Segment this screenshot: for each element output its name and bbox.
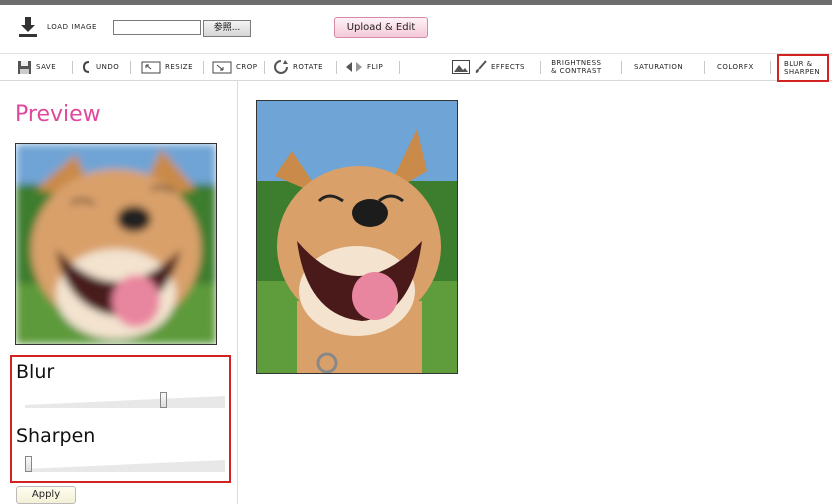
crop-label: CROP	[236, 63, 258, 71]
colorfx-button[interactable]: COLORFX	[717, 54, 754, 80]
toolbar-divider	[264, 61, 265, 74]
flip-button[interactable]: FLIP	[345, 54, 383, 80]
original-image	[256, 100, 458, 374]
browse-button[interactable]: 参照...	[203, 20, 251, 37]
crop-icon	[212, 61, 232, 73]
resize-button[interactable]: RESIZE	[141, 54, 193, 80]
sharpen-slider-track	[25, 460, 225, 472]
editor-toolbar: SAVE UNDO RESIZE CROP ROTATE FLIP EFFECT…	[0, 53, 832, 82]
contrast-label: & CONTRAST	[551, 67, 602, 75]
top-border	[0, 0, 832, 5]
flip-label: FLIP	[367, 63, 384, 71]
sharpen-label: Sharpen	[16, 425, 96, 447]
brush-icon	[475, 60, 487, 73]
rotate-icon	[274, 60, 288, 74]
sharpen-tab-label: SHARPEN	[784, 68, 821, 76]
toolbar-divider	[130, 61, 131, 74]
brightness-label: BRIGHTNESS	[551, 59, 602, 67]
toolbar-divider	[399, 61, 400, 74]
toolbar-divider	[203, 61, 204, 74]
toolbar-divider	[704, 61, 705, 74]
resize-icon	[141, 61, 161, 73]
blur-slider-track	[25, 396, 225, 408]
effects-label: EFFECTS	[491, 63, 526, 71]
rotate-button[interactable]: ROTATE	[273, 54, 323, 80]
toolbar-divider	[770, 61, 771, 74]
sharpen-slider[interactable]	[25, 456, 225, 472]
image-icon	[452, 60, 470, 74]
save-icon	[18, 60, 31, 74]
toolbar-divider	[621, 61, 622, 74]
toolbar-divider	[336, 61, 337, 74]
apply-button[interactable]: Apply	[16, 486, 76, 504]
blur-sharpen-panel: Blur Sharpen	[10, 355, 231, 483]
blur-tab-label: BLUR &	[784, 60, 813, 68]
save-button[interactable]: SAVE	[17, 54, 56, 80]
load-image-row: LOAD IMAGE 参照... Upload & Edit	[0, 14, 832, 44]
preview-title: Preview	[15, 102, 101, 127]
saturation-button[interactable]: SATURATION	[634, 54, 683, 80]
upload-edit-button[interactable]: Upload & Edit	[334, 17, 428, 38]
load-image-label[interactable]: LOAD IMAGE	[47, 23, 97, 31]
rotate-label: ROTATE	[293, 63, 324, 71]
sidebar-divider	[237, 81, 238, 504]
brightness-contrast-button[interactable]: BRIGHTNESS & CONTRAST	[551, 54, 602, 80]
undo-icon	[82, 60, 90, 73]
save-label: SAVE	[36, 63, 57, 71]
file-path-input[interactable]	[113, 20, 201, 35]
sharpen-slider-thumb[interactable]	[25, 456, 32, 472]
blur-slider-thumb[interactable]	[160, 392, 168, 408]
blur-sharpen-tab[interactable]: BLUR & SHARPEN	[777, 54, 829, 82]
toolbar-divider	[72, 61, 73, 74]
blur-slider[interactable]	[25, 392, 225, 408]
crop-button[interactable]: CROP	[212, 54, 257, 80]
toolbar-divider	[540, 61, 541, 74]
effects-button[interactable]: EFFECTS	[452, 54, 525, 80]
flip-icon	[346, 62, 362, 72]
preview-image	[15, 143, 217, 345]
colorfx-label: COLORFX	[717, 63, 754, 71]
saturation-label: SATURATION	[634, 63, 684, 71]
undo-button[interactable]: UNDO	[82, 54, 119, 80]
blur-label: Blur	[16, 361, 55, 383]
undo-label: UNDO	[96, 63, 120, 71]
download-icon[interactable]	[17, 16, 39, 38]
resize-label: RESIZE	[165, 63, 194, 71]
